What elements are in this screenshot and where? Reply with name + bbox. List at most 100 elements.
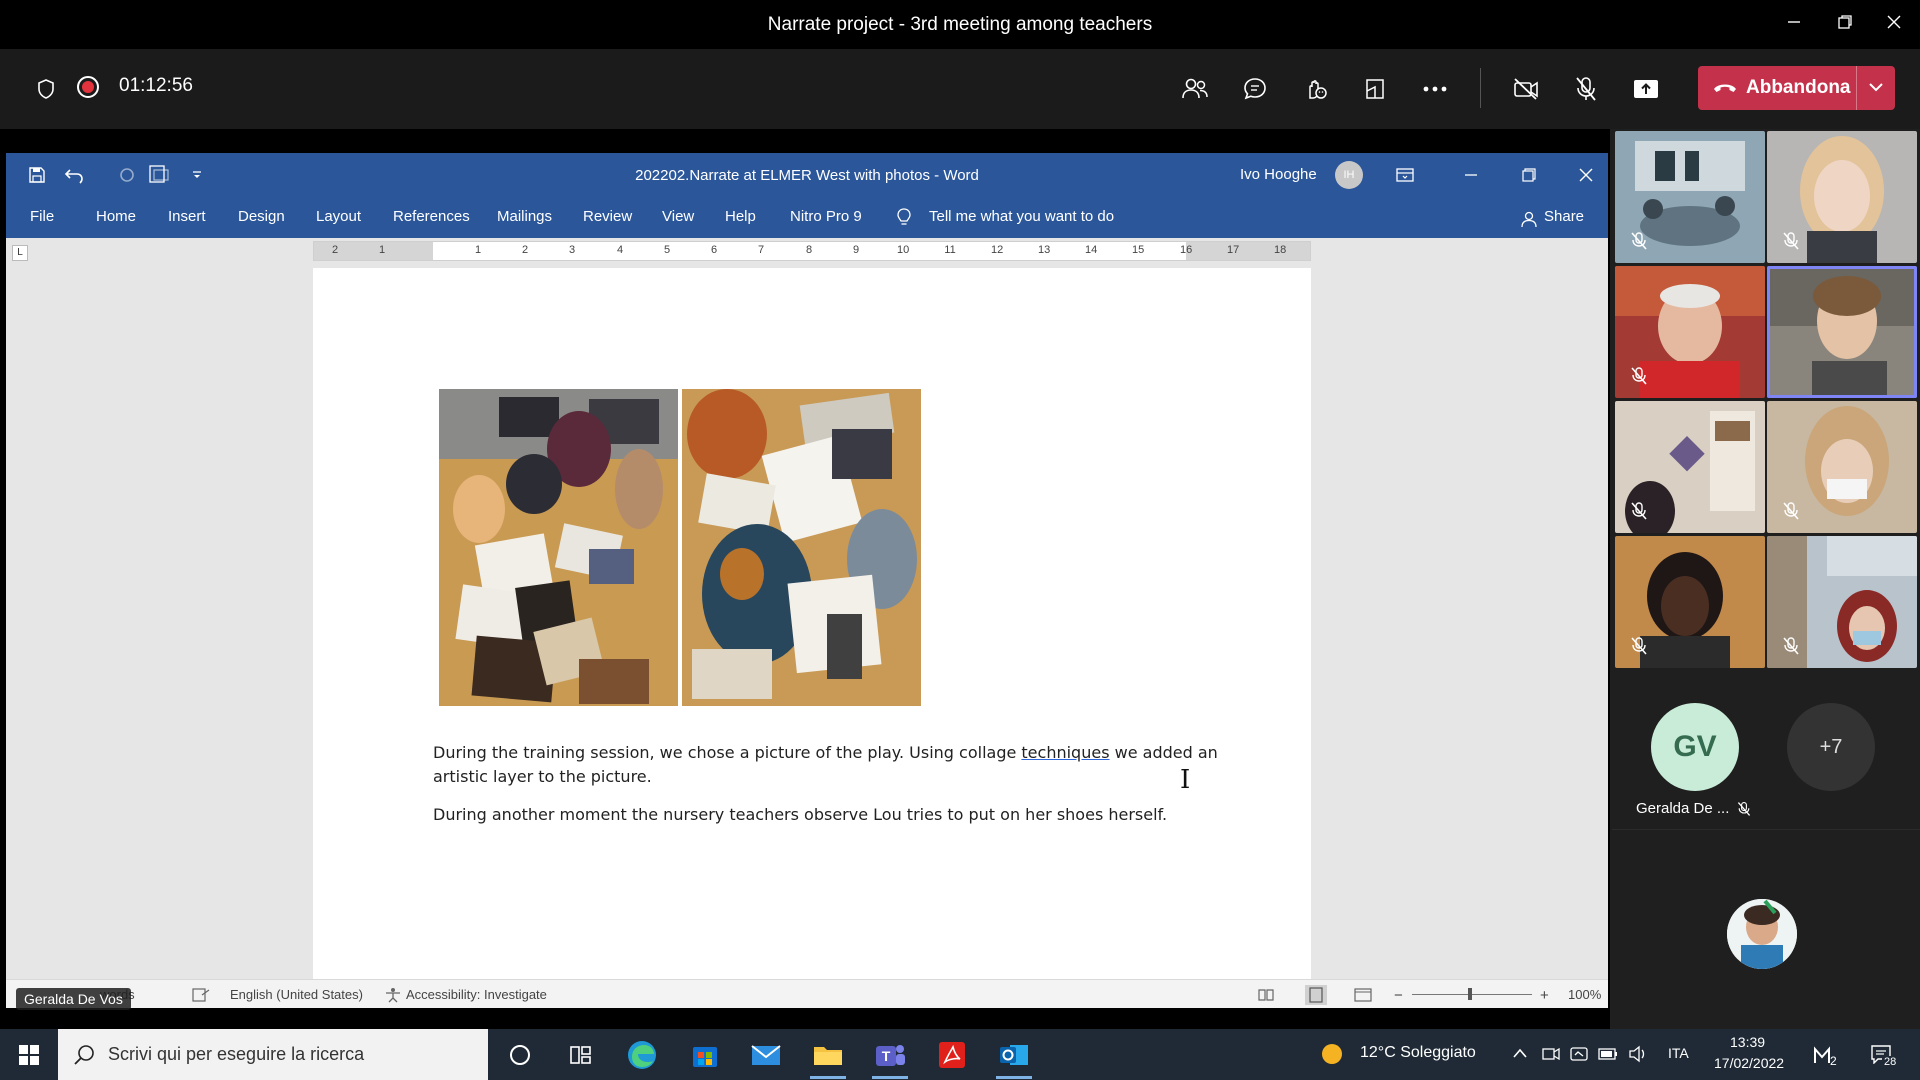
share-icon[interactable] bbox=[1626, 69, 1666, 109]
clock-date[interactable]: 17/02/2022 bbox=[1714, 1055, 1784, 1071]
acrobat-icon[interactable] bbox=[934, 1037, 970, 1073]
word-window: 202202.Narrate at ELMER West with photos… bbox=[6, 153, 1608, 1008]
tab-review[interactable]: Review bbox=[583, 208, 632, 225]
participant-avatar-gv[interactable]: GV bbox=[1651, 703, 1739, 791]
share-button[interactable]: Share bbox=[1544, 208, 1584, 225]
participant-video-tile[interactable] bbox=[1615, 131, 1765, 263]
battery-icon[interactable] bbox=[1598, 1046, 1618, 1062]
participant-video-tile-speaking[interactable] bbox=[1767, 266, 1917, 398]
active-app-indicator bbox=[810, 1076, 846, 1079]
accessibility-status[interactable]: Accessibility: Investigate bbox=[406, 987, 547, 1002]
share-person-icon[interactable] bbox=[1520, 210, 1538, 228]
ruler-tick: 1 bbox=[474, 244, 482, 256]
teams-title-bar: Narrate project - 3rd meeting among teac… bbox=[0, 0, 1920, 49]
mic-off-icon[interactable] bbox=[1566, 69, 1606, 109]
word-restore-icon[interactable] bbox=[1516, 163, 1542, 189]
paragraph-2[interactable]: During another moment the nursery teache… bbox=[433, 803, 1167, 827]
camera-off-icon[interactable] bbox=[1506, 69, 1546, 109]
language-indicator[interactable]: English (United States) bbox=[230, 987, 363, 1002]
tab-view[interactable]: View bbox=[662, 208, 694, 225]
minimize-icon[interactable] bbox=[1774, 8, 1814, 40]
tab-references[interactable]: References bbox=[393, 208, 470, 225]
tab-home[interactable]: Home bbox=[96, 208, 136, 225]
ruler-tick: 13 bbox=[1038, 244, 1051, 256]
tab-mailings[interactable]: Mailings bbox=[497, 208, 552, 225]
record-icon bbox=[77, 76, 99, 98]
photo-collage-right[interactable] bbox=[682, 389, 921, 706]
tab-design[interactable]: Design bbox=[238, 208, 285, 225]
taskbar-search-input[interactable]: Scrivi qui per eseguire la ricerca bbox=[58, 1029, 488, 1080]
ruler-tick: 6 bbox=[710, 244, 718, 256]
web-layout-icon[interactable] bbox=[1354, 988, 1372, 1002]
zoom-level[interactable]: 100% bbox=[1568, 987, 1601, 1002]
leave-button[interactable]: Abbandona bbox=[1698, 66, 1895, 110]
photo-collage-left[interactable] bbox=[439, 389, 678, 706]
chevron-down-icon[interactable] bbox=[1864, 75, 1888, 99]
restore-icon[interactable] bbox=[1825, 8, 1865, 40]
tab-nitro[interactable]: Nitro Pro 9 bbox=[790, 208, 862, 225]
read-mode-icon[interactable] bbox=[1258, 988, 1274, 1002]
participant-video-tile[interactable] bbox=[1767, 536, 1917, 668]
meet-now-icon[interactable] bbox=[1542, 1045, 1560, 1063]
lightbulb-icon bbox=[897, 208, 911, 225]
tab-help[interactable]: Help bbox=[725, 208, 756, 225]
spellcheck-word[interactable]: techniques bbox=[1021, 743, 1109, 762]
zoom-out-icon[interactable]: − bbox=[1394, 987, 1403, 1004]
ruler-tick: 7 bbox=[757, 244, 765, 256]
tab-file[interactable]: File bbox=[30, 208, 54, 225]
tab-insert[interactable]: Insert bbox=[168, 208, 206, 225]
mail-icon[interactable] bbox=[748, 1037, 784, 1073]
teams-notification-badge: 2 bbox=[1830, 1054, 1837, 1068]
cortana-icon[interactable] bbox=[502, 1037, 538, 1073]
file-explorer-icon[interactable] bbox=[810, 1037, 846, 1073]
edge-browser-icon[interactable] bbox=[624, 1037, 660, 1073]
document-page[interactable]: During the training session, we chose a … bbox=[313, 268, 1311, 988]
toolbar-divider bbox=[1480, 68, 1481, 108]
people-icon[interactable] bbox=[1175, 69, 1215, 109]
zoom-slider[interactable] bbox=[1412, 994, 1532, 995]
ruler-tick: 2 bbox=[521, 244, 529, 256]
participant-video-tile[interactable] bbox=[1615, 536, 1765, 668]
onedrive-icon[interactable] bbox=[1570, 1045, 1588, 1063]
rooms-icon[interactable] bbox=[1355, 69, 1395, 109]
print-layout-view-icon[interactable] bbox=[1305, 985, 1327, 1005]
tab-layout[interactable]: Layout bbox=[316, 208, 361, 225]
proofing-icon[interactable] bbox=[192, 987, 210, 1003]
volume-icon[interactable] bbox=[1628, 1045, 1648, 1063]
tab-selector[interactable]: L bbox=[12, 245, 28, 261]
participant-video-tile[interactable] bbox=[1615, 401, 1765, 533]
store-icon[interactable] bbox=[687, 1037, 723, 1073]
reactions-icon[interactable] bbox=[1295, 69, 1335, 109]
zoom-in-icon[interactable]: + bbox=[1540, 987, 1549, 1004]
weather-text[interactable]: 12°C Soleggiato bbox=[1360, 1044, 1476, 1062]
self-avatar[interactable] bbox=[1727, 899, 1797, 969]
horizontal-ruler[interactable]: 2 1 1 2 3 4 5 6 7 8 9 10 11 12 13 14 15 … bbox=[313, 241, 1311, 261]
more-participants-button[interactable]: +7 bbox=[1787, 703, 1875, 791]
accessibility-icon[interactable] bbox=[384, 987, 402, 1003]
paragraph-1[interactable]: During the training session, we chose a … bbox=[433, 741, 1218, 789]
close-icon[interactable] bbox=[1874, 8, 1914, 40]
more-icon[interactable] bbox=[1415, 69, 1455, 109]
ruler-tick: 3 bbox=[568, 244, 576, 256]
outlook-icon[interactable] bbox=[996, 1037, 1032, 1073]
windows-start-icon[interactable] bbox=[19, 1045, 39, 1065]
chat-icon[interactable] bbox=[1235, 69, 1275, 109]
ribbon-display-icon[interactable] bbox=[1392, 163, 1418, 189]
teams-icon[interactable]: T bbox=[872, 1037, 908, 1073]
participant-video-tile[interactable] bbox=[1615, 266, 1765, 398]
weather-sun-icon[interactable] bbox=[1322, 1044, 1342, 1064]
zoom-slider-thumb[interactable] bbox=[1468, 988, 1472, 1000]
task-view-icon[interactable] bbox=[562, 1037, 598, 1073]
user-name[interactable]: Ivo Hooghe bbox=[1240, 166, 1317, 183]
word-minimize-icon[interactable] bbox=[1458, 163, 1484, 189]
participant-video-tile[interactable] bbox=[1767, 401, 1917, 533]
clock-time[interactable]: 13:39 bbox=[1730, 1034, 1765, 1050]
ruler-right-margin bbox=[1186, 242, 1310, 260]
participant-video-tile[interactable] bbox=[1767, 131, 1917, 263]
chevron-up-icon[interactable] bbox=[1512, 1047, 1528, 1059]
input-language[interactable]: ITA bbox=[1668, 1045, 1689, 1061]
user-avatar[interactable]: IH bbox=[1335, 161, 1363, 189]
ruler-tick: 2 bbox=[331, 244, 339, 256]
tell-me-search[interactable]: Tell me what you want to do bbox=[929, 208, 1114, 225]
word-close-icon[interactable] bbox=[1573, 163, 1599, 189]
